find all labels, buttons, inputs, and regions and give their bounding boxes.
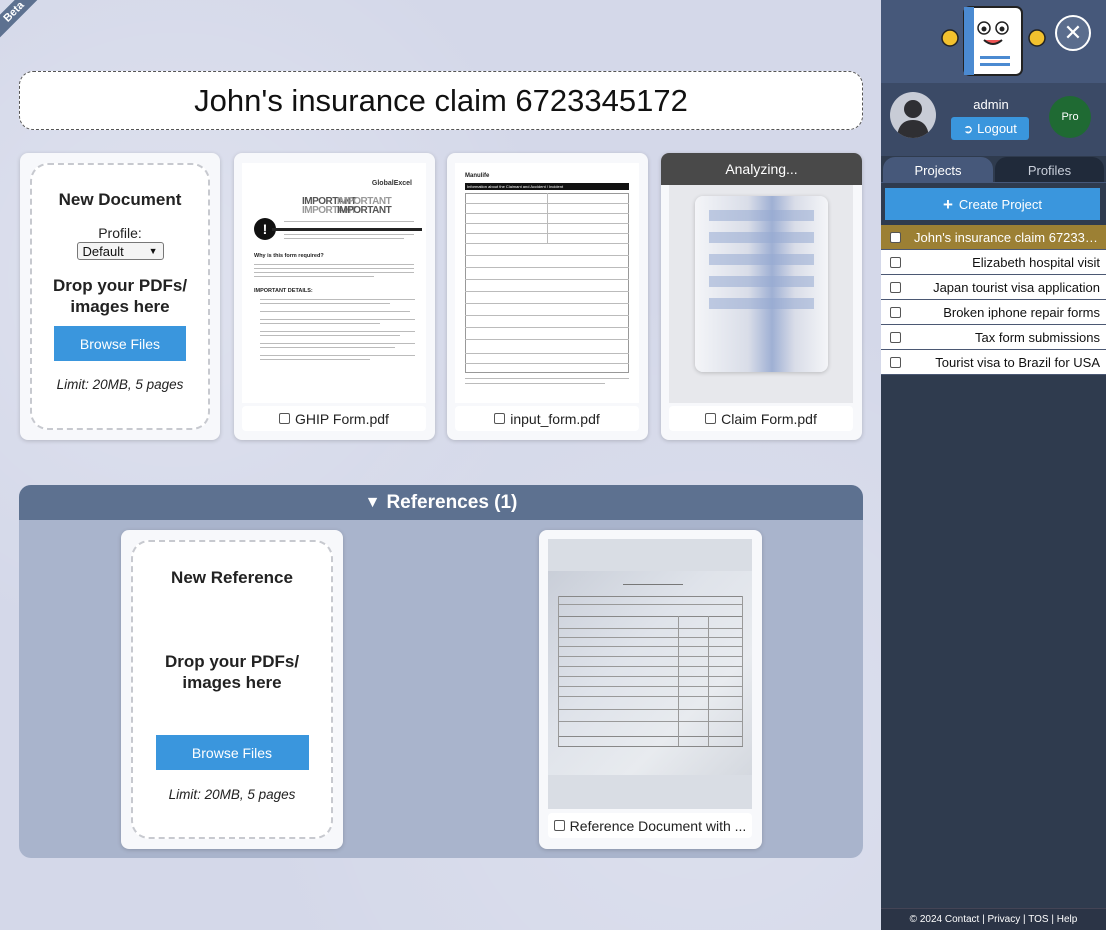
- reference-name: Reference Document with ...: [569, 817, 747, 834]
- close-button[interactable]: ✕: [1055, 15, 1091, 51]
- document-footer: Claim Form.pdf: [669, 406, 853, 431]
- important-heading-line2-secondary: IMPORTANT: [337, 205, 392, 216]
- tab-projects[interactable]: Projects: [883, 157, 993, 183]
- project-item[interactable]: Japan tourist visa application: [881, 275, 1106, 300]
- references-panel: ▼ References (1) New Reference Drop your…: [19, 485, 863, 858]
- main-workspace: Beta John's insurance claim 6723345172 N…: [0, 0, 881, 930]
- document-checkbox[interactable]: [705, 413, 717, 424]
- document-footer: input_form.pdf: [455, 406, 639, 431]
- upload-limit: Limit: 20MB, 5 pages: [56, 377, 184, 392]
- profile-select-value: Default: [82, 243, 124, 259]
- project-item[interactable]: Elizabeth hospital visit: [881, 250, 1106, 275]
- project-checkbox[interactable]: [890, 257, 901, 268]
- create-project-label: Create Project: [958, 196, 1043, 212]
- document-preview[interactable]: Manulife Information about the Claimant …: [455, 163, 639, 403]
- profile-select[interactable]: Default ▼: [76, 242, 164, 260]
- form-banner: Information about the Claimant and Accid…: [465, 183, 629, 190]
- new-reference-card: New Reference Drop your PDFs/ images her…: [121, 530, 343, 849]
- project-name: Tax form submissions: [975, 329, 1100, 345]
- project-list: John's insurance claim 6723345... Elizab…: [881, 225, 1106, 375]
- pro-badge: Pro: [1049, 96, 1091, 138]
- new-reference-title: New Reference: [171, 568, 293, 587]
- mascot-logo: [936, 4, 1051, 78]
- project-name: Japan tourist visa application: [933, 279, 1100, 295]
- sidebar-header: ✕: [881, 0, 1106, 83]
- reference-card[interactable]: Reference Document with ...: [539, 530, 762, 849]
- document-drop-zone[interactable]: New Document Profile: Default ▼ Drop you…: [30, 163, 210, 430]
- upload-limit: Limit: 20MB, 5 pages: [168, 787, 296, 802]
- username: admin: [973, 97, 1009, 112]
- browse-files-button[interactable]: Browse Files: [155, 735, 309, 770]
- document-name: input_form.pdf: [510, 410, 600, 427]
- globalexcel-logo: GlobalExcel: [371, 180, 412, 187]
- document-placeholder-icon: [695, 196, 828, 372]
- project-title[interactable]: John's insurance claim 6723345172: [19, 71, 863, 130]
- project-checkbox[interactable]: [890, 307, 901, 318]
- reference-drop-zone[interactable]: New Reference Drop your PDFs/ images her…: [131, 540, 333, 839]
- document-name: Claim Form.pdf: [721, 410, 817, 427]
- project-item[interactable]: Tourist visa to Brazil for USA: [881, 350, 1106, 375]
- avatar[interactable]: [890, 92, 936, 138]
- reference-preview[interactable]: [548, 539, 752, 809]
- project-name: Elizabeth hospital visit: [972, 254, 1100, 270]
- create-project-button[interactable]: + Create Project: [885, 188, 1100, 220]
- document-footer: GHIP Form.pdf: [242, 406, 426, 431]
- document-checkbox[interactable]: [279, 413, 291, 424]
- project-checkbox[interactable]: [890, 332, 901, 343]
- references-title: References (1): [386, 491, 518, 513]
- document-card[interactable]: Analyzing... Claim Form.pdf: [661, 153, 862, 440]
- profile-label: Profile:: [98, 225, 142, 241]
- document-name: GHIP Form.pdf: [295, 410, 389, 427]
- triangle-down-icon: ▼: [364, 493, 381, 511]
- reference-footer: Reference Document with ...: [548, 813, 752, 838]
- document-card[interactable]: Manulife Information about the Claimant …: [447, 153, 648, 440]
- logout-button[interactable]: ➲ Logout: [951, 117, 1029, 140]
- project-checkbox[interactable]: [890, 232, 901, 243]
- logout-icon: ➲: [963, 121, 974, 136]
- new-document-card: New Document Profile: Default ▼ Drop you…: [20, 153, 220, 440]
- new-document-title: New Document: [58, 190, 182, 209]
- reference-checkbox[interactable]: [553, 820, 565, 831]
- sidebar: ✕ admin ➲ Logout Pro Projects Profiles +…: [881, 0, 1106, 930]
- user-panel: admin ➲ Logout Pro: [881, 83, 1106, 156]
- document-card[interactable]: GlobalExcel IMPORTANT IMPORTANT IMPORTAN…: [234, 153, 435, 440]
- section-heading: Why is this form required?: [254, 253, 324, 259]
- tab-profiles[interactable]: Profiles: [995, 157, 1104, 183]
- project-item[interactable]: John's insurance claim 6723345...: [881, 225, 1106, 250]
- drop-instructions: Drop your PDFs/ images here: [164, 652, 300, 692]
- project-checkbox[interactable]: [890, 357, 901, 368]
- sidebar-footer[interactable]: © 2024 Contact | Privacy | TOS | Help: [881, 908, 1106, 930]
- manulife-logo: Manulife: [465, 173, 490, 179]
- references-header[interactable]: ▼ References (1): [19, 485, 863, 520]
- close-icon: ✕: [1063, 20, 1083, 45]
- plus-icon: +: [942, 194, 953, 214]
- beta-ribbon: Beta: [0, 0, 43, 41]
- analyzing-banner: Analyzing...: [661, 153, 862, 185]
- chevron-down-icon: ▼: [148, 246, 158, 256]
- section-heading: IMPORTANT DETAILS:: [254, 288, 313, 294]
- browse-files-button[interactable]: Browse Files: [54, 326, 186, 361]
- logout-label: Logout: [977, 121, 1017, 136]
- project-name: Broken iphone repair forms: [943, 304, 1100, 320]
- receipt-photo: [548, 571, 752, 775]
- document-checkbox[interactable]: [494, 413, 506, 424]
- project-item[interactable]: Broken iphone repair forms: [881, 300, 1106, 325]
- analyzing-preview: [669, 185, 853, 403]
- project-checkbox[interactable]: [890, 282, 901, 293]
- project-name: Tourist visa to Brazil for USA: [935, 354, 1100, 370]
- drop-instructions: Drop your PDFs/ images here: [52, 276, 188, 316]
- project-name: John's insurance claim 6723345...: [914, 229, 1102, 245]
- document-preview[interactable]: GlobalExcel IMPORTANT IMPORTANT IMPORTAN…: [242, 163, 426, 403]
- project-item[interactable]: Tax form submissions: [881, 325, 1106, 350]
